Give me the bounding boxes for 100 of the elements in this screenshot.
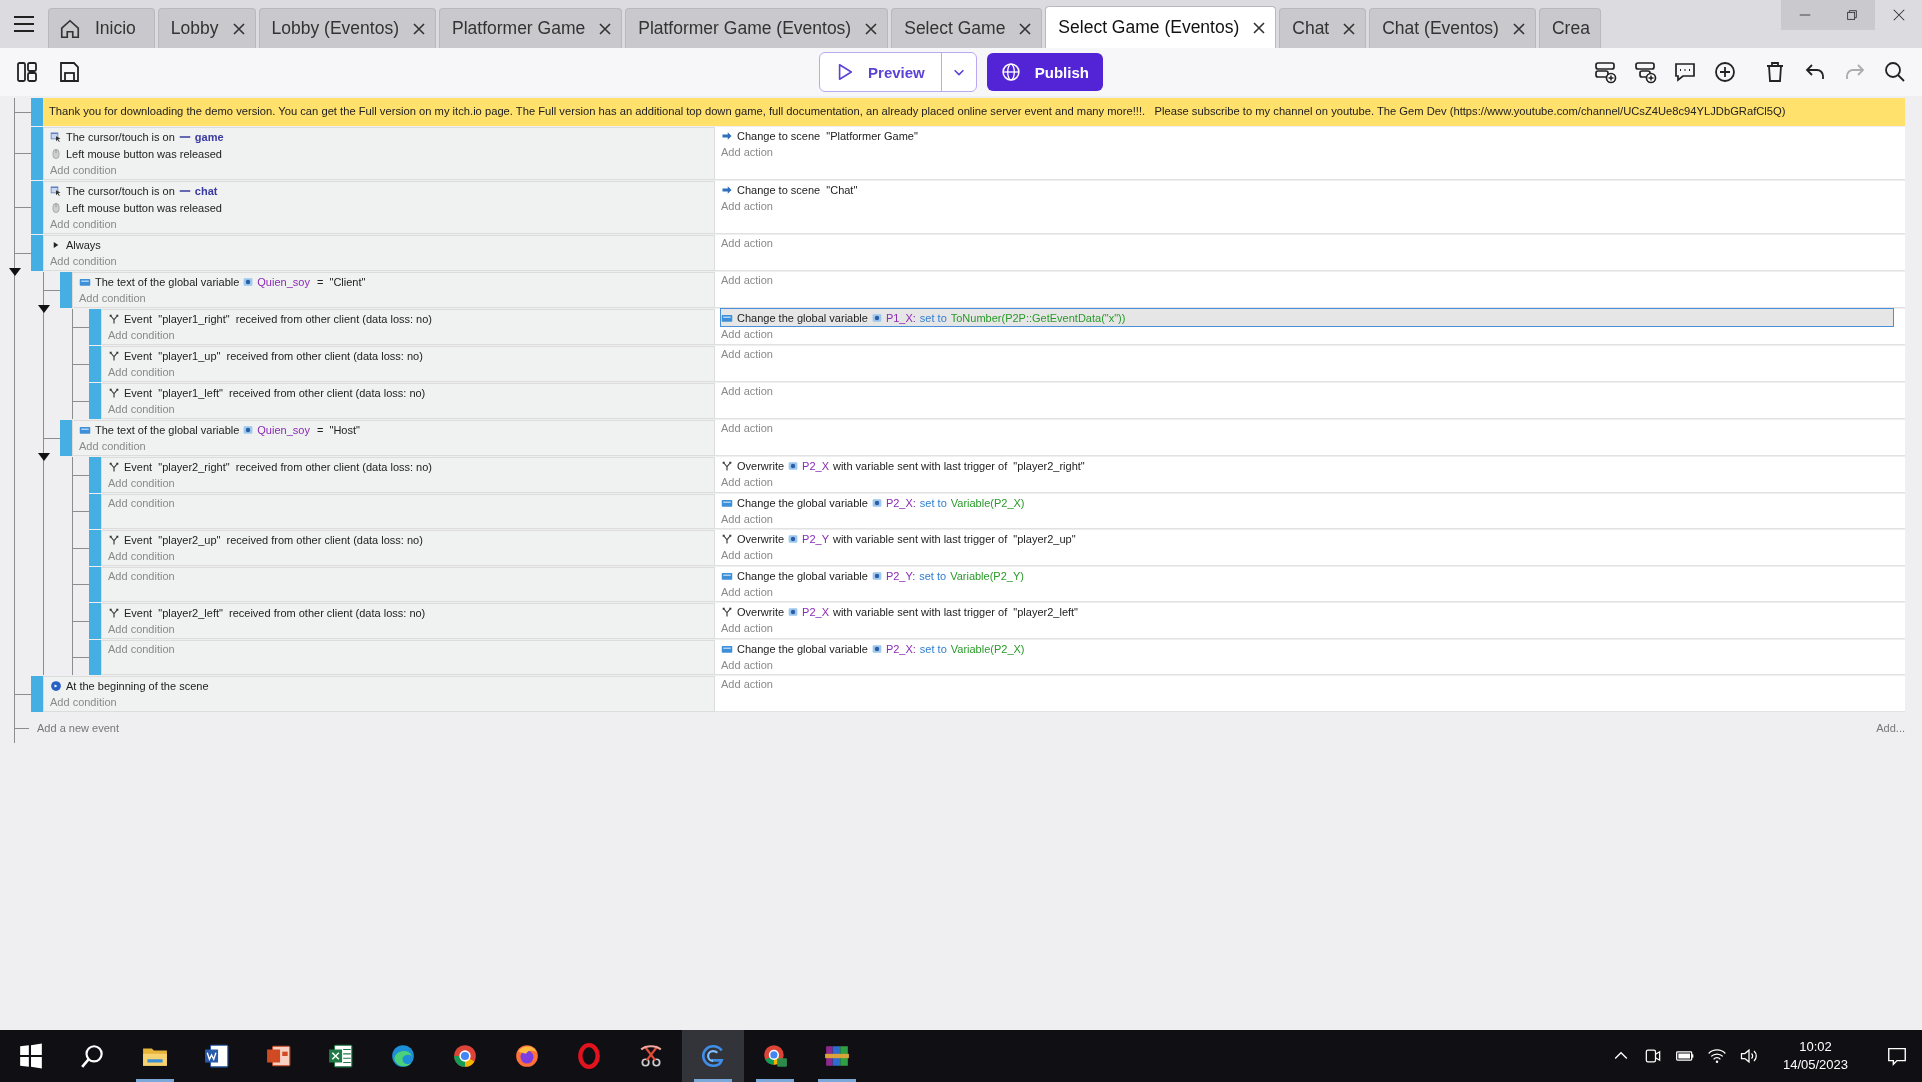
add-action-link[interactable]: Add action bbox=[721, 620, 773, 637]
save-icon bbox=[57, 60, 81, 84]
action-line[interactable]: Overwrite P2_X with variable sent with last trigger of "player2_left" bbox=[721, 603, 1899, 620]
close-tab-button[interactable] bbox=[1253, 21, 1266, 34]
notifications-button[interactable] bbox=[1886, 1045, 1908, 1067]
add-action-link[interactable]: Add action bbox=[721, 326, 773, 343]
tab[interactable]: Platformer Game bbox=[439, 8, 623, 48]
add-action-link[interactable]: Add action bbox=[721, 511, 773, 528]
keyword-text: set to bbox=[919, 311, 947, 324]
wifi-icon bbox=[1706, 1046, 1727, 1066]
add-condition-link[interactable]: Add condition bbox=[50, 216, 117, 233]
add-condition-link[interactable]: Add condition bbox=[108, 621, 175, 638]
collapse-arrow[interactable] bbox=[38, 303, 50, 315]
event-bar bbox=[89, 640, 101, 675]
add-action-link[interactable]: Add action bbox=[721, 547, 773, 564]
condition-text: Left mouse button was released bbox=[66, 147, 222, 160]
variable-icon bbox=[243, 276, 254, 287]
tab[interactable]: Lobby (Eventos) bbox=[258, 8, 436, 48]
tab[interactable]: Crea bbox=[1538, 8, 1601, 48]
add-action-link[interactable]: Add action bbox=[721, 346, 773, 363]
document-icon bbox=[204, 1043, 230, 1069]
wifi-button[interactable] bbox=[1706, 1046, 1727, 1066]
search-icon bbox=[1883, 60, 1907, 84]
object-name: chat bbox=[194, 184, 218, 197]
action-line[interactable]: Change the global variable P2_X: set to Variable(P2_X) bbox=[721, 640, 1899, 657]
add-condition-link[interactable]: Add condition bbox=[108, 641, 175, 658]
fork-icon bbox=[108, 312, 120, 325]
action-line[interactable]: Change to scene "Chat" bbox=[721, 181, 1899, 198]
ring-logo-icon bbox=[762, 1043, 788, 1069]
action-line[interactable]: Overwrite P2_X with variable sent with last trigger of "player2_right" bbox=[721, 457, 1899, 474]
add-condition-link[interactable]: Add condition bbox=[79, 290, 146, 307]
add-action-link[interactable]: Add action bbox=[721, 144, 773, 161]
publish-button[interactable]: Publish bbox=[986, 53, 1103, 91]
tab[interactable]: Chat bbox=[1279, 8, 1367, 48]
add-action-link[interactable]: Add action bbox=[721, 420, 773, 437]
action-text: Change the global variable bbox=[737, 311, 868, 324]
tab[interactable]: Select Game bbox=[891, 8, 1043, 48]
close-icon bbox=[1891, 8, 1906, 22]
action-line[interactable]: Change to scene "Platformer Game" bbox=[721, 127, 1899, 144]
tab[interactable]: Platformer Game (Eventos) bbox=[625, 8, 889, 48]
add-condition-link[interactable]: Add condition bbox=[108, 364, 175, 381]
add-action-link[interactable]: Add action bbox=[721, 474, 773, 491]
event-bar bbox=[31, 676, 43, 712]
event-bar bbox=[89, 383, 101, 419]
add-condition-link[interactable]: Add condition bbox=[108, 495, 175, 512]
collapse-arrow[interactable] bbox=[9, 266, 21, 278]
condition-text: The cursor/touch is on bbox=[66, 184, 175, 197]
add-action-link[interactable]: Add action bbox=[721, 198, 773, 215]
restore-button[interactable] bbox=[1828, 0, 1875, 30]
add-action-link[interactable]: Add action bbox=[721, 272, 773, 289]
add-condition-link[interactable]: Add condition bbox=[108, 327, 175, 344]
tab[interactable]: Chat (Eventos) bbox=[1369, 8, 1536, 48]
condition-text: Event "player1_right" received from other client (data loss: no) bbox=[124, 312, 432, 325]
condition-text: Left mouse button was released bbox=[66, 201, 222, 214]
action-line[interactable]: Change the global variable P2_Y: set to Variable(P2_Y) bbox=[721, 567, 1899, 584]
variable-icon bbox=[243, 424, 254, 435]
action-text: Change the global variable bbox=[737, 569, 868, 582]
add-condition-link[interactable]: Add condition bbox=[108, 548, 175, 565]
close-tab-button[interactable] bbox=[1343, 22, 1356, 35]
add-action-link[interactable]: Add action bbox=[721, 235, 773, 252]
volume-icon bbox=[1738, 1046, 1759, 1066]
close-tab-button[interactable] bbox=[1512, 22, 1525, 35]
variable-icon bbox=[788, 606, 799, 617]
variable-name: P1_X: bbox=[885, 311, 916, 324]
variable-name: P2_X bbox=[802, 605, 829, 618]
tab[interactable]: Select Game (Eventos) bbox=[1045, 6, 1277, 48]
add-event-link[interactable]: Add a new event bbox=[37, 722, 119, 734]
fork-icon bbox=[721, 459, 733, 472]
close-tab-button[interactable] bbox=[413, 22, 425, 35]
action-line[interactable]: Overwrite P2_Y with variable sent with last trigger of "player2_up" bbox=[721, 530, 1899, 547]
add-condition-link[interactable]: Add condition bbox=[50, 253, 117, 270]
action-line[interactable]: Change the global variable P2_X: set to Variable(P2_X) bbox=[721, 494, 1899, 511]
add-condition-link[interactable]: Add condition bbox=[108, 475, 175, 492]
fork-icon bbox=[108, 606, 120, 619]
add-condition-link[interactable]: Add condition bbox=[79, 438, 146, 455]
expression-text: Variable(P2_Y) bbox=[950, 569, 1024, 582]
volume-button[interactable] bbox=[1738, 1046, 1759, 1066]
chat-bubble-icon bbox=[1886, 1045, 1908, 1067]
add-action-link[interactable]: Add action bbox=[721, 657, 773, 674]
fork-icon bbox=[108, 349, 120, 362]
add-condition-link[interactable]: Add condition bbox=[50, 694, 117, 711]
tab[interactable]: Lobby bbox=[157, 8, 256, 48]
tab[interactable]: Inicio bbox=[48, 8, 155, 48]
add-condition-link[interactable]: Add condition bbox=[108, 568, 175, 585]
add-action-link[interactable]: Add action bbox=[721, 584, 773, 601]
add-icon bbox=[1713, 60, 1737, 84]
clock-date: 14/05/2023 bbox=[1782, 1056, 1848, 1074]
condition-text: = "Host" bbox=[315, 423, 360, 436]
close-tab-button[interactable] bbox=[1019, 22, 1032, 35]
collapse-arrow[interactable] bbox=[38, 451, 50, 463]
condition-text: The text of the global variable bbox=[95, 423, 240, 436]
close-tab-button[interactable] bbox=[865, 22, 878, 35]
add-condition-link[interactable]: Add condition bbox=[108, 401, 175, 418]
add-event-icon bbox=[1593, 60, 1617, 84]
close-tab-button[interactable] bbox=[232, 22, 245, 35]
close-tab-button[interactable] bbox=[599, 22, 612, 35]
add-condition-link[interactable]: Add condition bbox=[50, 162, 117, 179]
add-action-link[interactable]: Add action bbox=[721, 383, 773, 400]
add-more-link[interactable]: Add... bbox=[1876, 722, 1905, 734]
add-action-link[interactable]: Add action bbox=[721, 676, 773, 693]
